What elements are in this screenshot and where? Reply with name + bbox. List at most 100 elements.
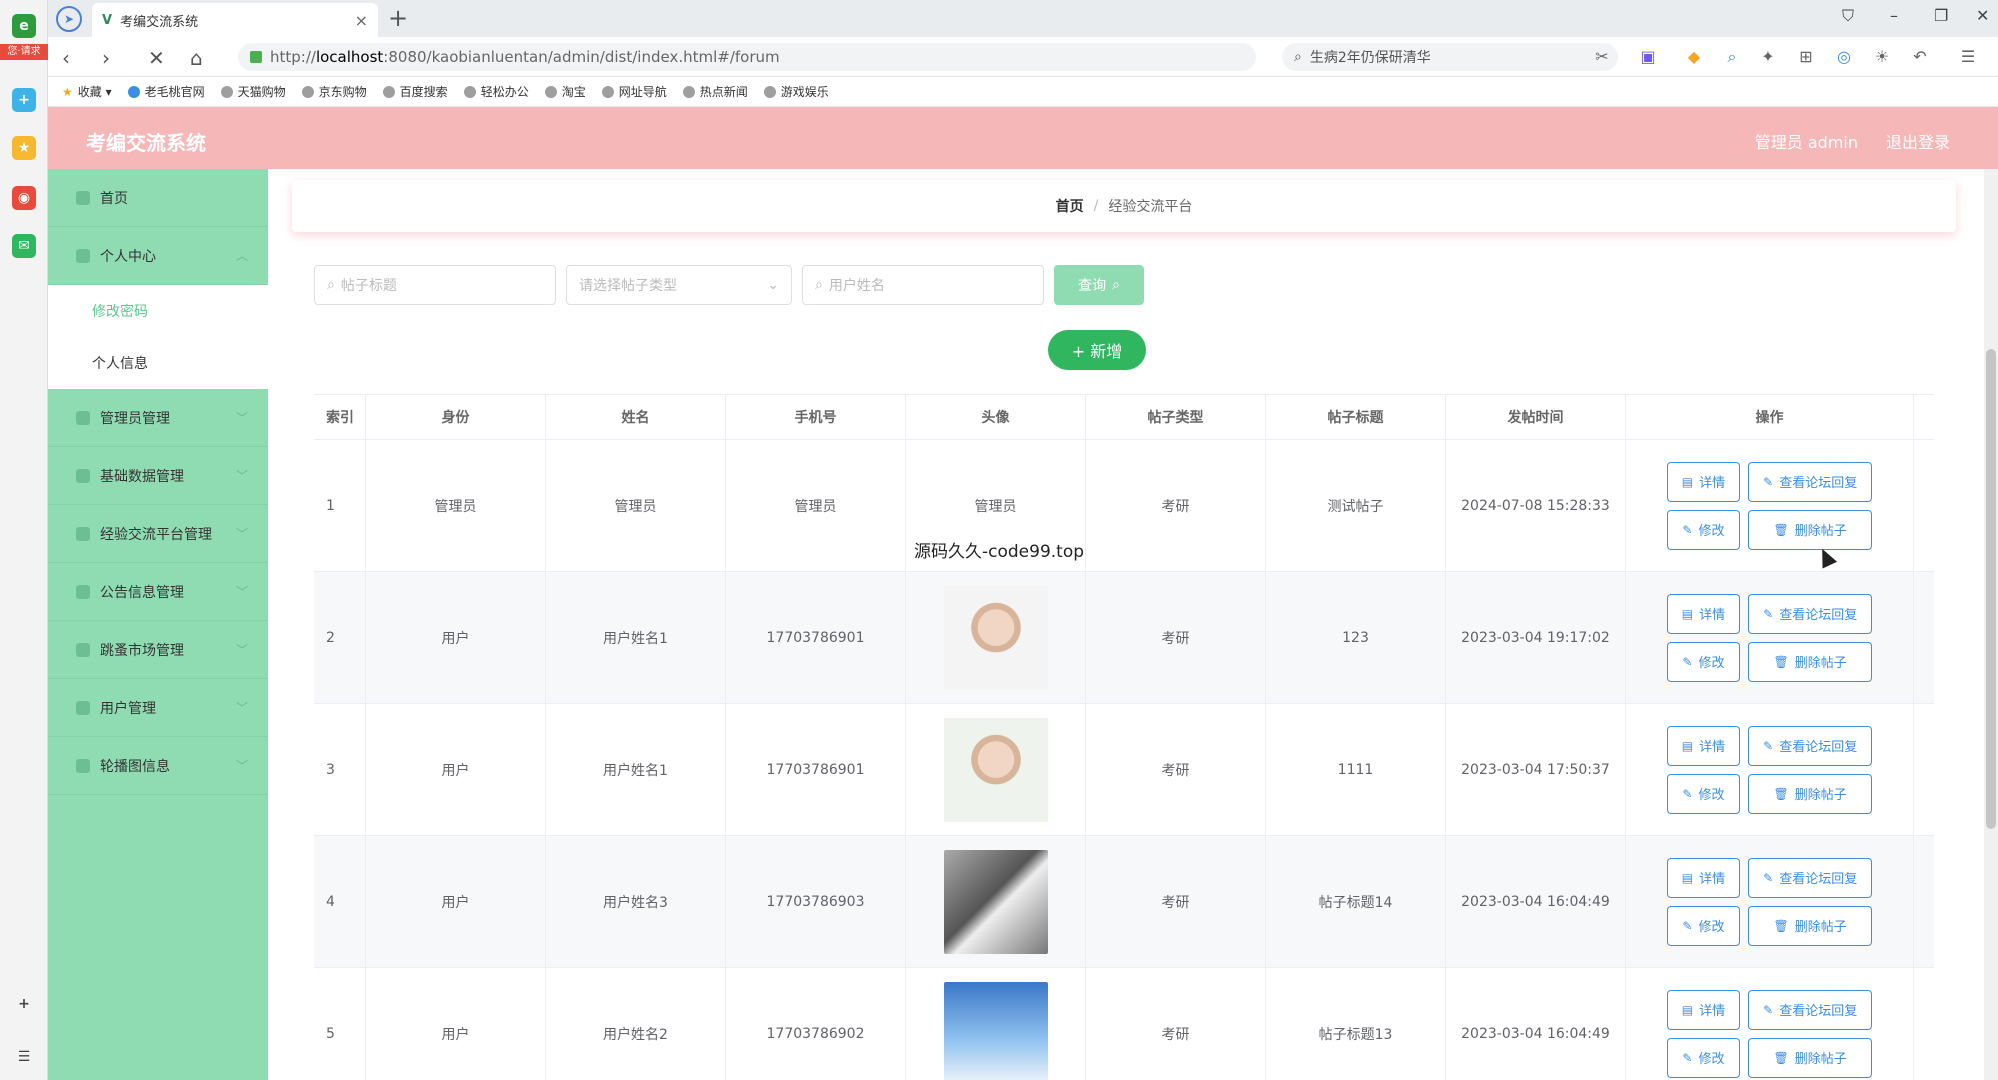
bookmark-item[interactable]: 网址导航 xyxy=(601,83,667,100)
chevron-down-icon: ⌄ xyxy=(767,277,779,293)
bookmark-item[interactable]: 天猫购物 xyxy=(220,83,286,100)
home-icon[interactable]: ⌂ xyxy=(190,46,203,70)
col-name: 姓名 xyxy=(546,395,726,439)
detail-button[interactable]: ▤ 详情 xyxy=(1666,725,1741,766)
view-replies-button[interactable]: ✎ 查看论坛回复 xyxy=(1748,725,1873,766)
zoom-icon[interactable]: ⌕ xyxy=(1722,47,1742,67)
browser-search-field[interactable]: ⌕ 生病2年仍保研清华 xyxy=(1282,43,1618,71)
bookmark-item[interactable]: 京东购物 xyxy=(301,83,367,100)
weibo-app-icon[interactable]: ◉ xyxy=(12,186,36,210)
tab-close-icon[interactable]: × xyxy=(355,11,368,30)
extension-icon[interactable]: ✦ xyxy=(1758,47,1778,67)
sidebar-item-personal[interactable]: 个人中心 ︿ xyxy=(48,227,268,285)
sidebar-item-basic-data[interactable]: 基础数据管理 ﹀ xyxy=(48,447,268,505)
sidebar-sub-password[interactable]: 修改密码 xyxy=(48,285,268,337)
view-replies-button[interactable]: ✎ 查看论坛回复 xyxy=(1748,989,1873,1030)
cell-actions: ▤ 详情 ✎ 查看论坛回复 ✎ 修改 🗑 删除帖子 xyxy=(1626,836,1914,967)
browser-menu-icon[interactable]: ☰ xyxy=(1958,47,1978,67)
sidebar-item-market[interactable]: 跳蚤市场管理 ﹀ xyxy=(48,621,268,679)
detail-button[interactable]: ▤ 详情 xyxy=(1666,593,1741,634)
query-button[interactable]: 查询 ⌕ xyxy=(1054,265,1144,305)
mail-app-icon[interactable]: ✉ xyxy=(12,234,36,258)
browser-tab[interactable]: V 考编交流系统 × xyxy=(92,3,378,37)
cell-avatar xyxy=(906,968,1086,1080)
detail-button[interactable]: ▤ 详情 xyxy=(1666,461,1741,502)
cell-type: 考研 xyxy=(1086,836,1266,967)
plus-app-icon[interactable]: + xyxy=(12,88,36,112)
minimize-icon[interactable]: – xyxy=(1890,6,1898,25)
cell-time: 2023-03-04 16:04:49 xyxy=(1446,836,1626,967)
new-tab-icon[interactable]: + xyxy=(388,4,408,32)
translate-icon[interactable]: ▣ xyxy=(1638,47,1658,67)
post-title-input[interactable]: ⌕ 帖子标题 xyxy=(314,265,556,305)
edit-button[interactable]: ✎ 修改 xyxy=(1666,641,1741,682)
bookmark-item[interactable]: 游戏娱乐 xyxy=(763,83,829,100)
delete-post-button[interactable]: 🗑 删除帖子 xyxy=(1748,641,1873,682)
bookmark-item[interactable]: 老毛桃官网 xyxy=(127,83,205,100)
cell-name: 管理员 xyxy=(546,440,726,571)
delete-post-button[interactable]: 🗑 删除帖子 xyxy=(1748,1037,1873,1078)
forward-icon[interactable]: › xyxy=(102,46,110,70)
col-phone: 手机号 xyxy=(726,395,906,439)
add-button[interactable]: + 新增 xyxy=(1048,330,1146,370)
view-replies-button-label: 查看论坛回复 xyxy=(1779,1004,1858,1019)
sidebar-item-home[interactable]: 首页 xyxy=(48,169,268,227)
cell-title: 测试帖子 xyxy=(1266,440,1446,571)
sync-icon[interactable]: ◎ xyxy=(1834,47,1854,67)
view-replies-button[interactable]: ✎ 查看论坛回复 xyxy=(1748,857,1873,898)
page-scrollbar[interactable] xyxy=(1984,169,1998,1080)
bookmark-favorites[interactable]: ★ 收藏 ▾ xyxy=(62,83,112,100)
cell-idx: 1 xyxy=(314,440,366,571)
sidebar-item-notice[interactable]: 公告信息管理 ﹀ xyxy=(48,563,268,621)
cell-role: 用户 xyxy=(366,572,546,703)
brightness-icon[interactable]: ☀ xyxy=(1872,47,1892,67)
undo-icon[interactable]: ↶ xyxy=(1910,47,1930,67)
edit-button[interactable]: ✎ 修改 xyxy=(1666,773,1741,814)
star-app-icon[interactable]: ★ xyxy=(12,136,36,160)
logout-link[interactable]: 退出登录 xyxy=(1886,129,1950,153)
url-field[interactable]: http:// localhost :8080/kaobianluentan/a… xyxy=(238,43,1256,71)
navigation-icon[interactable]: ➤ xyxy=(56,6,82,32)
scissors-icon[interactable]: ✂ xyxy=(1592,47,1612,67)
rail-menu-icon[interactable]: ☰ xyxy=(12,1045,36,1069)
edit-button[interactable]: ✎ 修改 xyxy=(1666,905,1741,946)
sidebar-item-admin[interactable]: 管理员管理 ﹀ xyxy=(48,389,268,447)
search-icon: ⌕ xyxy=(1112,277,1120,293)
cell-role: 管理员 xyxy=(366,440,546,571)
rail-add-icon[interactable]: + xyxy=(12,992,36,1016)
user-name-input[interactable]: ⌕ 用户姓名 xyxy=(802,265,1044,305)
detail-button[interactable]: ▤ 详情 xyxy=(1666,989,1741,1030)
col-type: 帖子类型 xyxy=(1086,395,1266,439)
stop-icon[interactable]: ✕ xyxy=(148,46,165,70)
bookmark-item[interactable]: 百度搜索 xyxy=(382,83,448,100)
shirt-icon[interactable]: ⛉ xyxy=(1842,6,1854,26)
cell-avatar xyxy=(906,572,1086,703)
sidebar-sub-info[interactable]: 个人信息 xyxy=(48,337,268,389)
shield-ext-icon[interactable]: ◆ xyxy=(1684,47,1704,67)
edit-button[interactable]: ✎ 修改 xyxy=(1666,1037,1741,1078)
chevron-down-icon: ﹀ xyxy=(235,759,248,773)
bookmark-item[interactable]: 淘宝 xyxy=(544,83,586,100)
delete-post-button[interactable]: 🗑 删除帖子 xyxy=(1748,773,1873,814)
post-type-select[interactable]: 请选择帖子类型 ⌄ xyxy=(566,265,792,305)
bookmark-item[interactable]: 热点新闻 xyxy=(682,83,748,100)
grid-icon[interactable]: ⊞ xyxy=(1796,47,1816,67)
back-icon[interactable]: ‹ xyxy=(62,46,70,70)
breadcrumb-home[interactable]: 首页 xyxy=(1056,196,1084,216)
col-time: 发帖时间 xyxy=(1446,395,1626,439)
restore-icon[interactable]: ❐ xyxy=(1934,6,1948,25)
close-window-icon[interactable]: ✕ xyxy=(1976,6,1989,25)
sidebar-item-users[interactable]: 用户管理 ﹀ xyxy=(48,679,268,737)
browser-address-bar: ‹ › ✕ ⌂ http:// localhost :8080/kaobianl… xyxy=(48,37,1998,77)
view-replies-button[interactable]: ✎ 查看论坛回复 xyxy=(1748,593,1873,634)
detail-button[interactable]: ▤ 详情 xyxy=(1666,857,1741,898)
sidebar-item-experience[interactable]: 经验交流平台管理 ﹀ xyxy=(48,505,268,563)
edit-button[interactable]: ✎ 修改 xyxy=(1666,509,1741,550)
view-replies-button[interactable]: ✎ 查看论坛回复 xyxy=(1748,461,1873,502)
view-replies-icon: ✎ xyxy=(1763,606,1774,621)
delete-post-button[interactable]: 🗑 删除帖子 xyxy=(1748,509,1873,550)
sidebar-item-carousel[interactable]: 轮播图信息 ﹀ xyxy=(48,737,268,795)
scrollbar-thumb[interactable] xyxy=(1986,349,1996,829)
bookmark-item[interactable]: 轻松办公 xyxy=(463,83,529,100)
delete-post-button[interactable]: 🗑 删除帖子 xyxy=(1748,905,1873,946)
